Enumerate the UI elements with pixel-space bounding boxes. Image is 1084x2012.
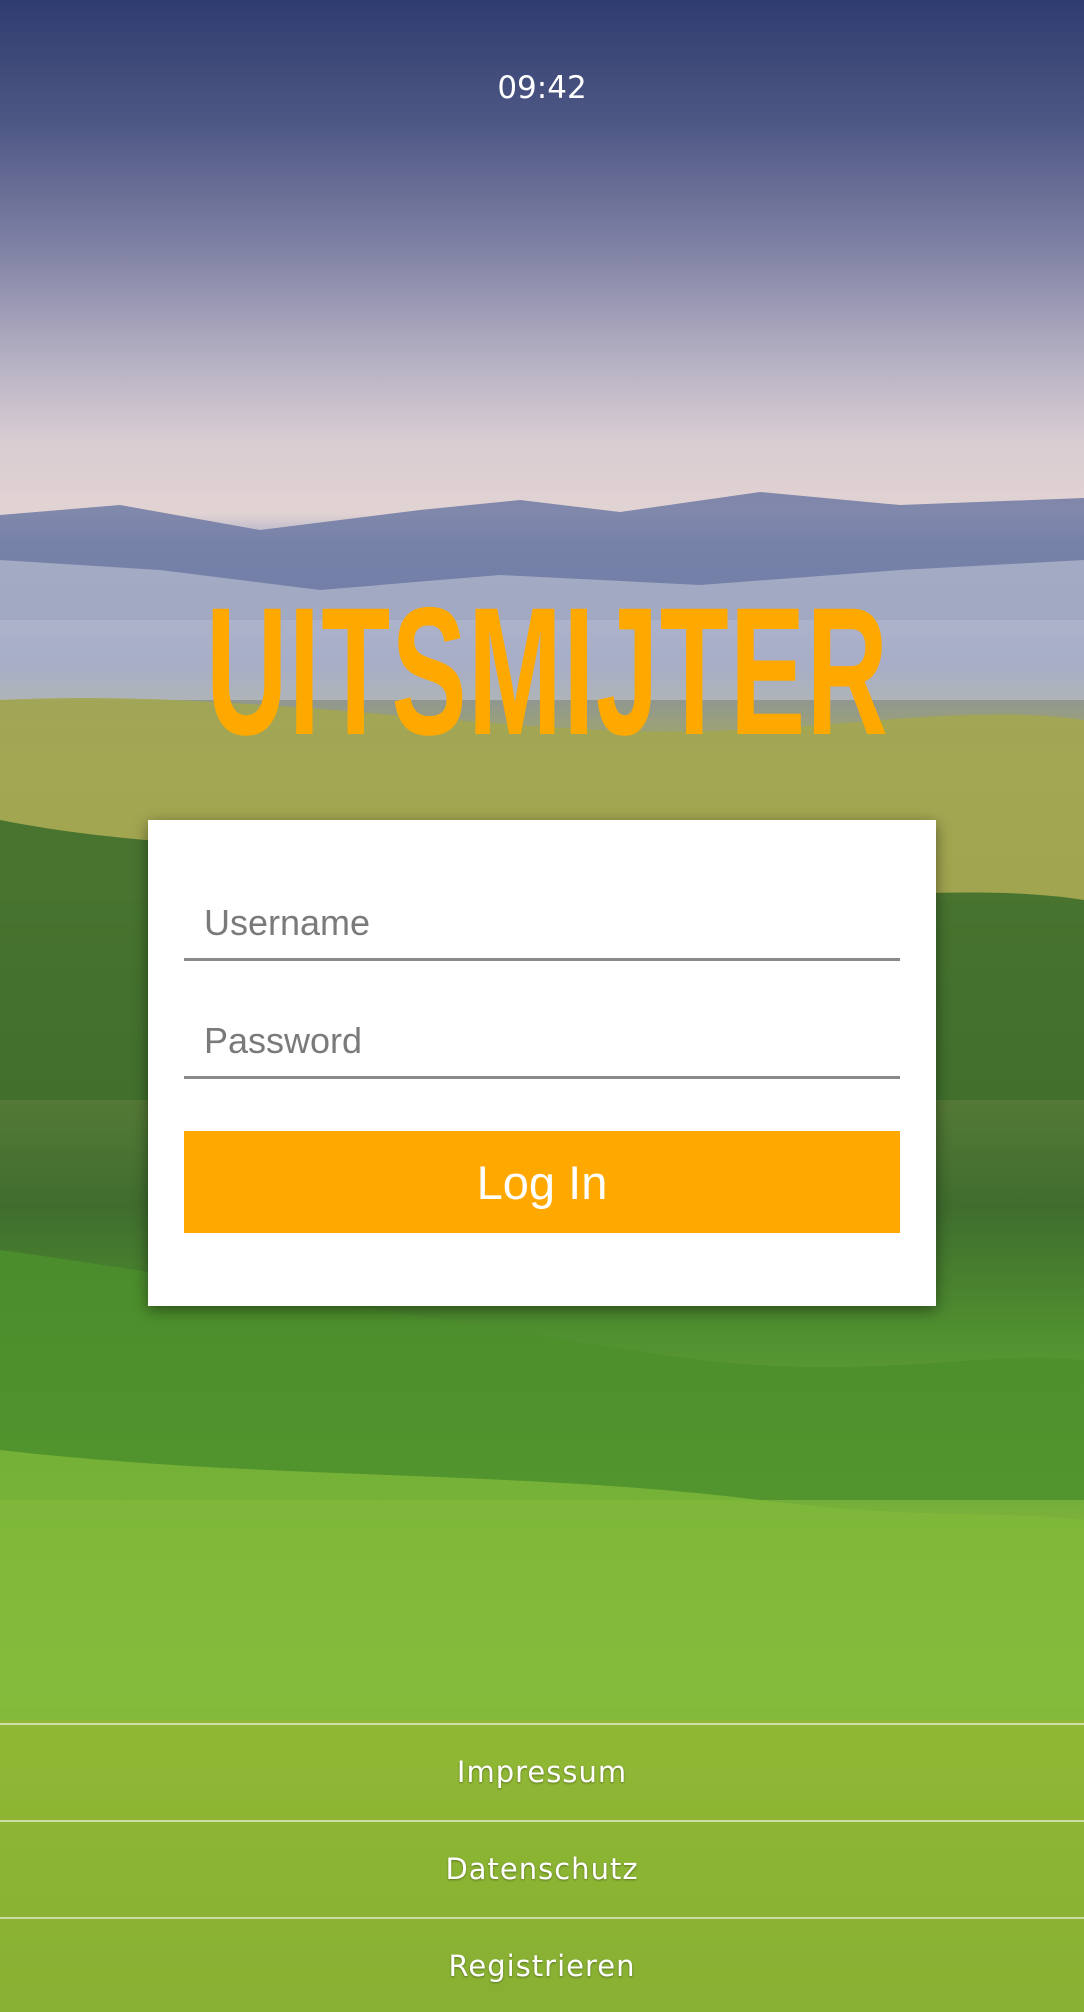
footer-link-datenschutz[interactable]: Datenschutz bbox=[0, 1820, 1084, 1918]
footer-link-impressum[interactable]: Impressum bbox=[0, 1723, 1084, 1821]
login-screen: 09:42 UITSMIJTER Log In Impressum Datens… bbox=[0, 0, 1084, 2012]
app-logo: UITSMIJTER bbox=[205, 569, 890, 773]
footer-link-registrieren[interactable]: Registrieren bbox=[0, 1917, 1084, 2012]
footer-links: Impressum Datenschutz Registrieren bbox=[0, 1723, 1084, 2012]
password-field[interactable] bbox=[184, 1006, 900, 1079]
login-button[interactable]: Log In bbox=[184, 1131, 900, 1233]
password-input[interactable] bbox=[184, 1006, 900, 1076]
username-input[interactable] bbox=[184, 888, 900, 958]
username-field[interactable] bbox=[184, 888, 900, 961]
status-bar-time: 09:42 bbox=[497, 70, 587, 106]
